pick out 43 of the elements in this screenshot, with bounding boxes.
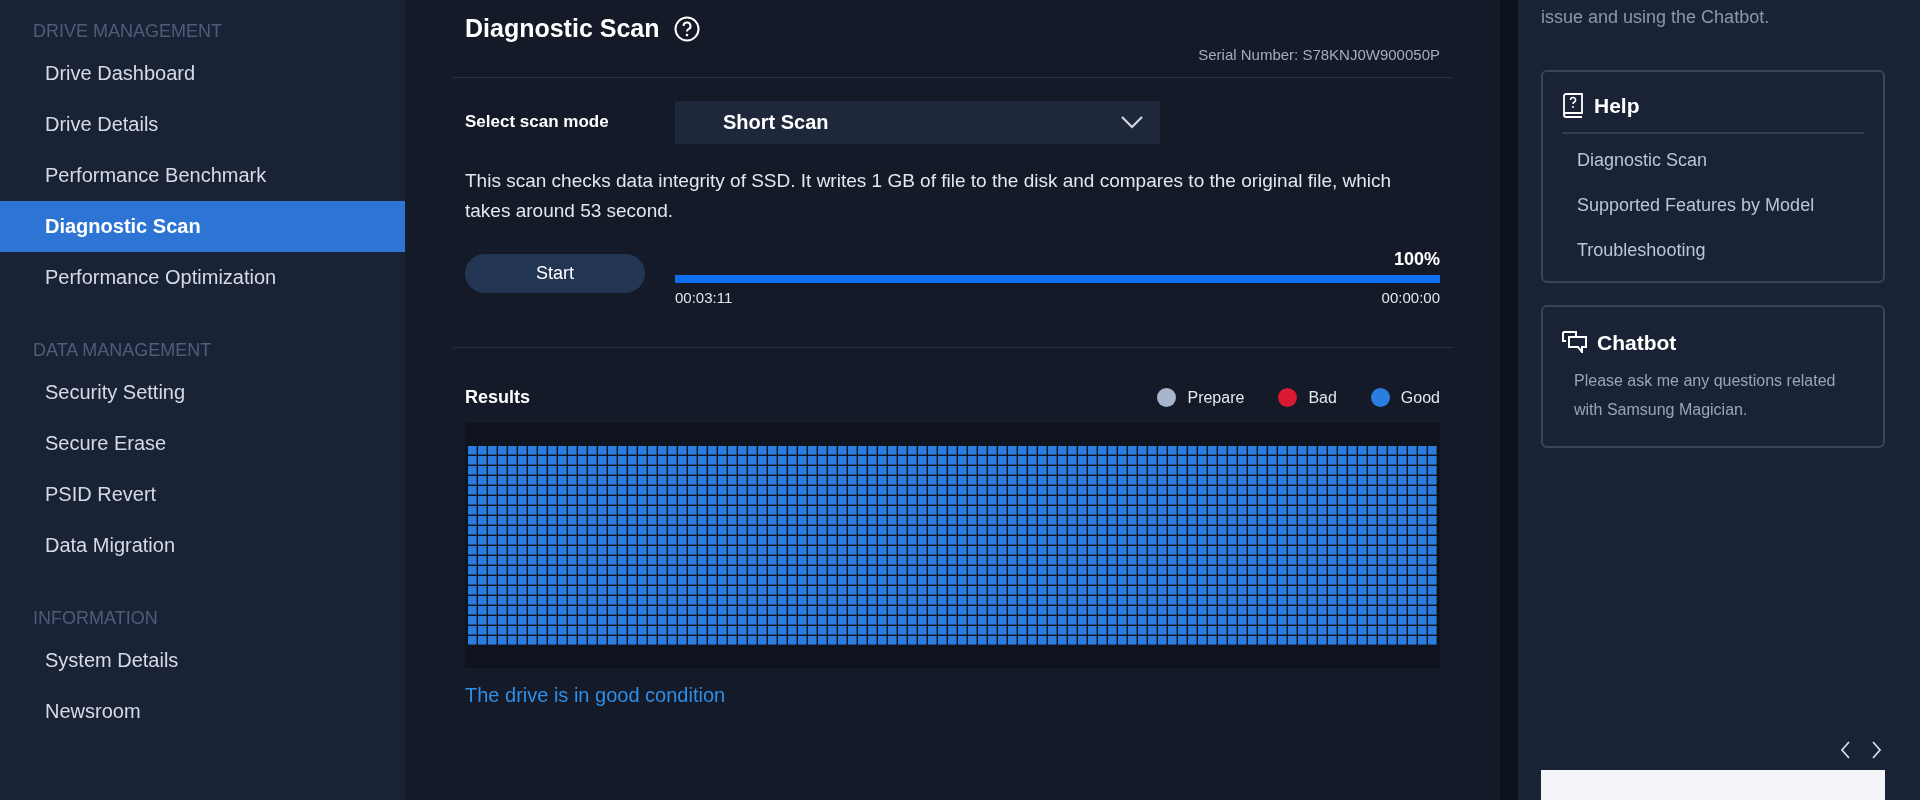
section-heading: DATA MANAGEMENT [32, 339, 213, 362]
chevron-left-icon[interactable] [1839, 740, 1852, 760]
help-link[interactable]: Supported Features by Model [1577, 188, 1864, 222]
book-icon [1562, 92, 1584, 119]
help-link[interactable]: Troubleshooting [1577, 233, 1864, 267]
intro-text: issue and using the Chatbot. [1541, 6, 1771, 29]
chatbot-text: Please ask me any questions related with Samsung Magician. [1573, 371, 1837, 420]
sidebar-item[interactable]: Drive Dashboard [0, 48, 405, 99]
field-label: Select scan mode [465, 111, 610, 134]
chatbot-card[interactable]: Chatbot Please ask me any questions related with Samsung Magician. [1541, 304, 1885, 448]
chevron-right-icon[interactable] [1870, 740, 1883, 760]
start-button[interactable]: Start [465, 253, 645, 293]
results-title: Results [465, 386, 531, 409]
sidebar-item[interactable]: Diagnostic Scan [0, 201, 405, 252]
sidebar-item[interactable]: Drive Details [0, 99, 405, 150]
sidebar-item[interactable]: Secure Erase [0, 418, 405, 469]
elapsed-time: 00:03:11 [675, 287, 733, 308]
section-heading: DRIVE MANAGEMENT [32, 20, 224, 43]
sidebar-item[interactable]: PSID Revert [0, 469, 405, 520]
card-title: Help [1594, 93, 1640, 119]
sidebar-item[interactable]: System Details [0, 635, 405, 686]
sidebar-item[interactable]: Security Setting [0, 367, 405, 418]
legend-label: Prepare [1187, 387, 1245, 408]
sidebar-item[interactable]: Performance Benchmark [0, 150, 405, 201]
page-title: Diagnostic Scan [465, 13, 660, 45]
legend-label: Bad [1308, 387, 1337, 408]
help-icon[interactable] [673, 16, 700, 42]
legend-label: Good [1400, 387, 1440, 408]
section-heading: INFORMATION [32, 607, 159, 630]
progress-percent: 100% [1393, 247, 1440, 271]
help-link[interactable]: Diagnostic Scan [1577, 143, 1864, 177]
card-title: Chatbot [1597, 329, 1677, 356]
sidebar-item[interactable]: Newsroom [0, 686, 405, 737]
scan-mode-dropdown[interactable]: Short Scan [675, 100, 1160, 144]
scan-description: This scan checks data integrity of SSD. It writes 1 GB of file to the disk and compares to the original file, which takes around 53 second. [465, 168, 1393, 223]
result-message: The drive is in good condition [465, 683, 727, 708]
chevron-down-icon [1120, 115, 1144, 129]
sidebar-item[interactable]: Performance Optimization [0, 252, 405, 303]
dropdown-value: Short Scan [723, 110, 829, 135]
remaining-time: 00:00:00 [1381, 287, 1440, 308]
sidebar-item[interactable]: Data Migration [0, 520, 405, 571]
chat-bubbles-icon [1562, 331, 1587, 354]
serial-number: Serial Number: S78KNJ0W900050P [1198, 45, 1440, 65]
